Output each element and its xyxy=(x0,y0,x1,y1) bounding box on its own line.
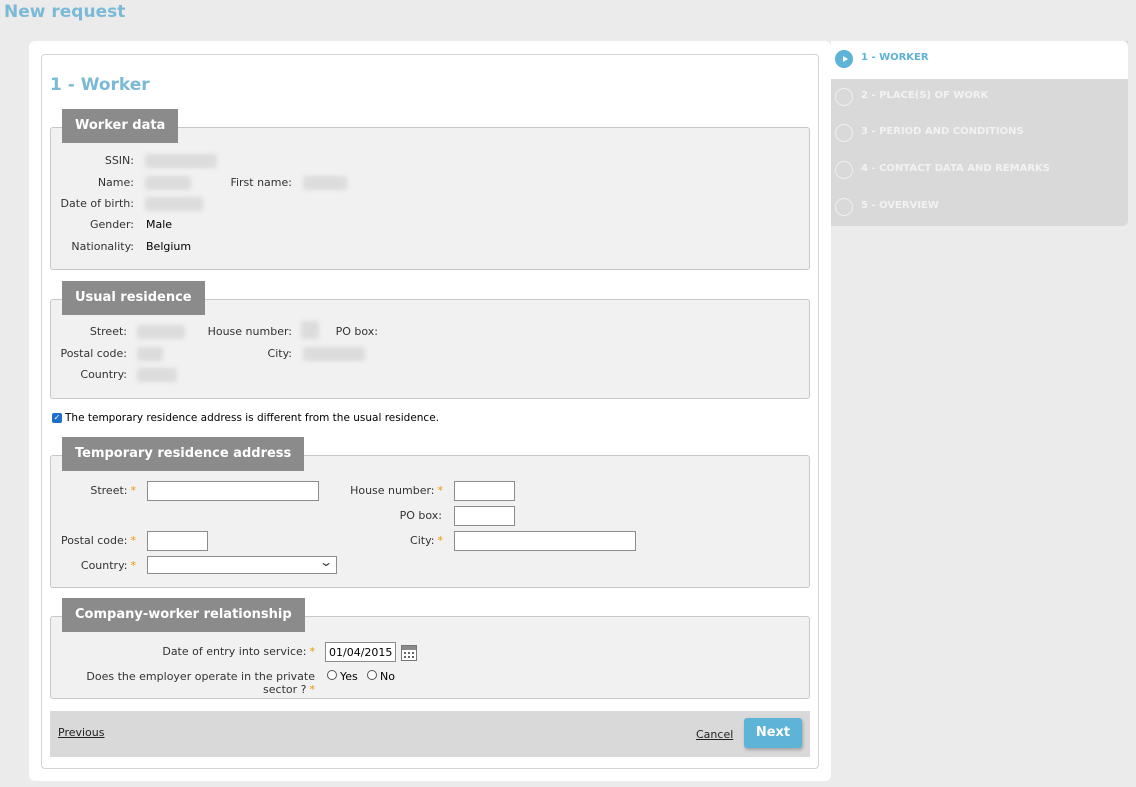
entry-date-label: Date of entry into service: * xyxy=(162,645,315,658)
yes-label: Yes xyxy=(340,670,358,683)
step-label: 2 - PLACE(S) OF WORK xyxy=(861,90,989,101)
nationality-value: Belgium xyxy=(146,240,192,253)
step-overview[interactable]: 5 - OVERVIEW xyxy=(831,189,1128,226)
step-contact-data[interactable]: 4 - CONTACT DATA AND REMARKS xyxy=(831,152,1128,189)
house-number-label: House number: xyxy=(207,325,292,338)
name-value-redacted xyxy=(145,176,191,190)
ssin-label: SSIN: xyxy=(104,154,134,167)
private-sector-label: Does the employer operate in the private… xyxy=(86,670,315,696)
form-panel: 1 - Worker Worker data SSIN: Name: First… xyxy=(41,54,819,769)
gender-value: Male xyxy=(146,218,173,231)
gender-label: Gender: xyxy=(89,218,134,231)
private-sector-no-radio[interactable] xyxy=(367,670,377,680)
step-label: 5 - OVERVIEW xyxy=(861,200,939,211)
temp-city-input[interactable] xyxy=(454,531,636,551)
temp-postal-code-input[interactable] xyxy=(147,531,208,551)
dob-value-redacted xyxy=(145,197,203,211)
temp-residence-checkbox-label: The temporary residence address is diffe… xyxy=(65,412,440,424)
city-label: City: xyxy=(267,347,292,360)
step-period-and-conditions[interactable]: 3 - PERIOD AND CONDITIONS xyxy=(831,115,1128,152)
temp-postal-code-label: Postal code: * xyxy=(60,534,136,547)
section-legend: Company-worker relationship xyxy=(62,598,305,632)
ssin-value-redacted xyxy=(145,154,217,168)
step-title: 1 - Worker xyxy=(50,75,150,95)
no-label: No xyxy=(380,670,395,683)
po-box-label: PO box: xyxy=(335,325,378,338)
step-circle-icon xyxy=(835,198,853,216)
form-card: 1 - Worker Worker data SSIN: Name: First… xyxy=(29,41,831,781)
postal-code-label: Postal code: xyxy=(60,347,127,360)
entry-date-input[interactable] xyxy=(325,642,396,662)
first-name-value-redacted xyxy=(303,176,347,190)
temporary-residence-section: Temporary residence address Street: * Hou… xyxy=(50,437,810,588)
step-circle-icon xyxy=(835,124,853,142)
dob-label: Date of birth: xyxy=(60,197,134,210)
chevron-down-icon: ⌄ xyxy=(318,555,334,569)
temp-country-select[interactable]: ⌄ xyxy=(147,555,337,574)
section-legend: Usual residence xyxy=(62,281,205,315)
section-legend: Temporary residence address xyxy=(62,437,305,471)
name-label: Name: xyxy=(97,176,134,189)
street-value-redacted xyxy=(137,325,185,339)
temp-street-input[interactable] xyxy=(147,481,319,501)
calendar-icon[interactable] xyxy=(401,645,417,661)
temp-house-number-input[interactable] xyxy=(454,481,515,501)
temp-residence-checkbox[interactable]: ✓ xyxy=(52,413,62,423)
step-label: 1 - WORKER xyxy=(861,52,929,63)
temp-po-box-input[interactable] xyxy=(454,506,515,526)
previous-link[interactable]: Previous xyxy=(58,726,105,739)
city-value-redacted xyxy=(303,347,365,361)
temp-po-box-label: PO box: xyxy=(399,509,442,522)
step-worker[interactable]: 1 - WORKER xyxy=(831,41,1128,79)
nationality-label: Nationality: xyxy=(71,240,134,253)
step-places-of-work[interactable]: 2 - PLACE(S) OF WORK xyxy=(831,79,1128,116)
next-button[interactable]: Next xyxy=(744,718,802,748)
private-sector-yes-radio[interactable] xyxy=(327,670,337,680)
step-label: 3 - PERIOD AND CONDITIONS xyxy=(861,126,1024,137)
country-value-redacted xyxy=(137,368,177,382)
step-play-icon xyxy=(835,50,853,68)
worker-data-section: Worker data SSIN: Name: First name: Date… xyxy=(50,109,810,270)
country-label: Country: xyxy=(80,368,127,381)
street-label: Street: xyxy=(89,325,127,338)
action-bar: Previous Cancel Next xyxy=(50,711,810,757)
house-number-value-redacted xyxy=(301,321,319,339)
step-circle-icon xyxy=(835,161,853,179)
steps-sidebar: 1 - WORKER 2 - PLACE(S) OF WORK 3 - PERI… xyxy=(831,41,1128,226)
relationship-section: Company-worker relationship Date of entr… xyxy=(50,598,810,699)
step-circle-icon xyxy=(835,88,853,106)
temp-country-label: Country: * xyxy=(80,559,136,572)
postal-code-value-redacted xyxy=(137,347,163,361)
usual-residence-section: Usual residence Street: House number: PO… xyxy=(50,281,810,399)
temp-house-number-label: House number: * xyxy=(350,484,443,497)
section-legend: Worker data xyxy=(62,109,179,143)
temp-city-label: City: * xyxy=(410,534,443,547)
step-label: 4 - CONTACT DATA AND REMARKS xyxy=(861,163,1050,174)
cancel-link[interactable]: Cancel xyxy=(696,728,733,741)
page-title: New request xyxy=(4,2,126,22)
temp-street-label: Street: * xyxy=(90,484,136,497)
first-name-label: First name: xyxy=(230,176,292,189)
